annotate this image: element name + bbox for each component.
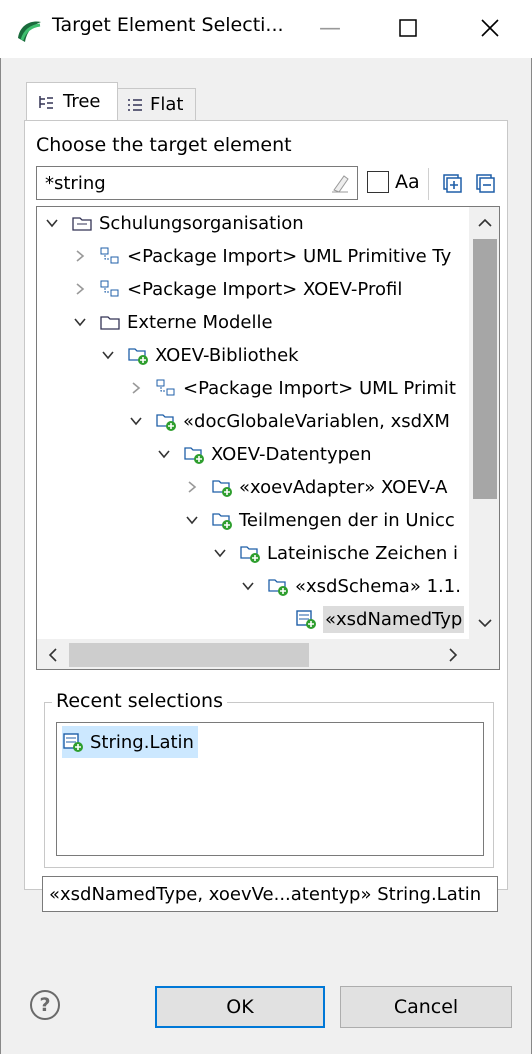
recent-item-label: String.Latin — [90, 731, 194, 753]
tree-item[interactable]: Lateinische Zeichen i — [213, 537, 458, 569]
window-title: Target Element Selecti... — [52, 14, 284, 36]
package-import-icon — [99, 245, 121, 267]
package-import-icon — [99, 278, 121, 300]
class-add-icon — [295, 608, 317, 630]
tree-item[interactable]: <Package Import> XOEV-Profil — [73, 273, 402, 305]
list-item[interactable]: String.Latin — [62, 726, 198, 758]
package-add-icon — [183, 443, 205, 465]
package-icon — [71, 212, 93, 234]
package-add-icon — [239, 542, 261, 564]
chevron-right-icon[interactable] — [73, 282, 87, 296]
package-add-icon — [211, 476, 233, 498]
tree-item-label: Lateinische Zeichen i — [267, 542, 458, 564]
close-icon — [481, 19, 499, 37]
chevron-right-icon[interactable] — [129, 381, 143, 395]
tree-item[interactable]: «docGlobaleVariablen, xsdXM — [129, 405, 450, 437]
chevron-down-icon[interactable] — [241, 579, 255, 593]
package-add-icon — [267, 575, 289, 597]
collapse-all-icon — [476, 174, 495, 193]
tree-item[interactable]: «xsdNamedTyp — [269, 603, 465, 635]
scroll-down-button[interactable] — [473, 609, 497, 637]
element-tree[interactable]: Schulungsorganisation <Package Import> UM… — [36, 206, 500, 670]
window-border — [0, 58, 1, 1054]
tree-icon — [39, 95, 53, 109]
prompt-label: Choose the target element — [36, 134, 292, 156]
tab-flat-label: Flat — [150, 94, 184, 115]
chevron-right-icon — [449, 648, 458, 662]
maximize-icon — [399, 19, 417, 37]
tree-item-label: «xsdNamedTyp — [323, 605, 465, 633]
collapse-all-button[interactable] — [474, 172, 496, 194]
tree-item-label: Schulungsorganisation — [99, 212, 304, 234]
folder-icon — [99, 311, 121, 333]
tree-item[interactable]: «xoevAdapter» XOEV-A — [185, 471, 447, 503]
tree-item[interactable]: <Package Import> UML Primitive Ty — [73, 240, 451, 272]
search-input[interactable]: *string — [36, 166, 358, 200]
tree-viewport: Schulungsorganisation <Package Import> UM… — [37, 207, 469, 639]
clear-search-icon[interactable] — [330, 172, 350, 194]
case-sensitive-label: Aa — [395, 171, 420, 193]
tree-item[interactable]: Externe Modelle — [73, 306, 273, 338]
scrollbar-corner — [469, 639, 499, 669]
tree-item-label: XOEV-Bibliothek — [155, 344, 299, 366]
tree-item-label: «xsdSchema» 1.1. — [295, 575, 461, 597]
tree-item-label: XOEV-Datentypen — [211, 443, 372, 465]
chevron-left-icon — [48, 648, 57, 662]
scroll-up-button[interactable] — [473, 209, 497, 237]
tree-item-label: Externe Modelle — [127, 311, 273, 333]
tree-item-label: <Package Import> XOEV-Profil — [127, 278, 403, 300]
case-sensitive-checkbox[interactable] — [367, 171, 389, 193]
tree-item[interactable]: XOEV-Bibliothek — [101, 339, 299, 371]
chevron-down-icon[interactable] — [185, 513, 199, 527]
chevron-down-icon[interactable] — [45, 216, 59, 230]
expand-all-icon — [443, 174, 462, 193]
package-import-icon — [155, 377, 177, 399]
horizontal-scrollbar[interactable] — [37, 639, 469, 669]
tree-item[interactable]: <Package Import> UML Primit — [129, 372, 456, 404]
list-icon — [128, 98, 142, 111]
tree-item[interactable]: XOEV-Datentypen — [157, 438, 372, 470]
class-add-icon — [62, 731, 84, 753]
tree-item[interactable]: Schulungsorganisation — [45, 207, 304, 239]
chevron-right-icon[interactable] — [185, 480, 199, 494]
maximize-button[interactable] — [378, 6, 438, 50]
tab-tree-label: Tree — [63, 91, 101, 112]
chevron-down-icon[interactable] — [129, 414, 143, 428]
tab-flat[interactable]: Flat — [118, 88, 196, 120]
package-add-icon — [127, 344, 149, 366]
minimize-button[interactable]: — — [300, 6, 360, 50]
ok-button[interactable]: OK — [155, 986, 325, 1028]
vertical-scroll-thumb[interactable] — [473, 239, 497, 499]
package-add-icon — [155, 410, 177, 432]
toolbar-separator — [428, 168, 429, 200]
chevron-down-icon[interactable] — [157, 447, 171, 461]
tree-item[interactable]: «xsdSchema» 1.1. — [241, 570, 461, 602]
help-button[interactable]: ? — [30, 990, 60, 1020]
chevron-down-icon[interactable] — [101, 348, 115, 362]
horizontal-scroll-thumb[interactable] — [69, 643, 309, 667]
scroll-right-button[interactable] — [439, 641, 467, 669]
expand-all-button[interactable] — [441, 172, 463, 194]
close-button[interactable] — [460, 6, 520, 50]
chevron-down-icon[interactable] — [73, 315, 87, 329]
package-add-icon — [211, 509, 233, 531]
tree-item-label: «xoevAdapter» XOEV-A — [239, 476, 448, 498]
selected-path-field: «xsdNamedType, xoevVe...atentyp» String.… — [42, 876, 498, 912]
tree-item-label: Teilmengen der in Unicc — [239, 509, 455, 531]
scroll-left-button[interactable] — [39, 641, 67, 669]
tree-item-label: <Package Import> UML Primitive Ty — [127, 245, 452, 267]
tree-item-label: <Package Import> UML Primit — [183, 377, 456, 399]
tree-item[interactable]: Teilmengen der in Unicc — [185, 504, 455, 536]
recent-selections-label: Recent selections — [52, 690, 228, 712]
tree-item-label: «docGlobaleVariablen, xsdXM — [183, 410, 450, 432]
chevron-down-icon[interactable] — [213, 546, 227, 560]
chevron-up-icon — [478, 218, 492, 227]
app-icon — [14, 16, 44, 46]
vertical-scrollbar[interactable] — [469, 207, 499, 639]
chevron-right-icon[interactable] — [73, 249, 87, 263]
cancel-button[interactable]: Cancel — [340, 986, 512, 1028]
tab-tree[interactable]: Tree — [26, 82, 118, 120]
chevron-down-icon — [478, 619, 492, 628]
